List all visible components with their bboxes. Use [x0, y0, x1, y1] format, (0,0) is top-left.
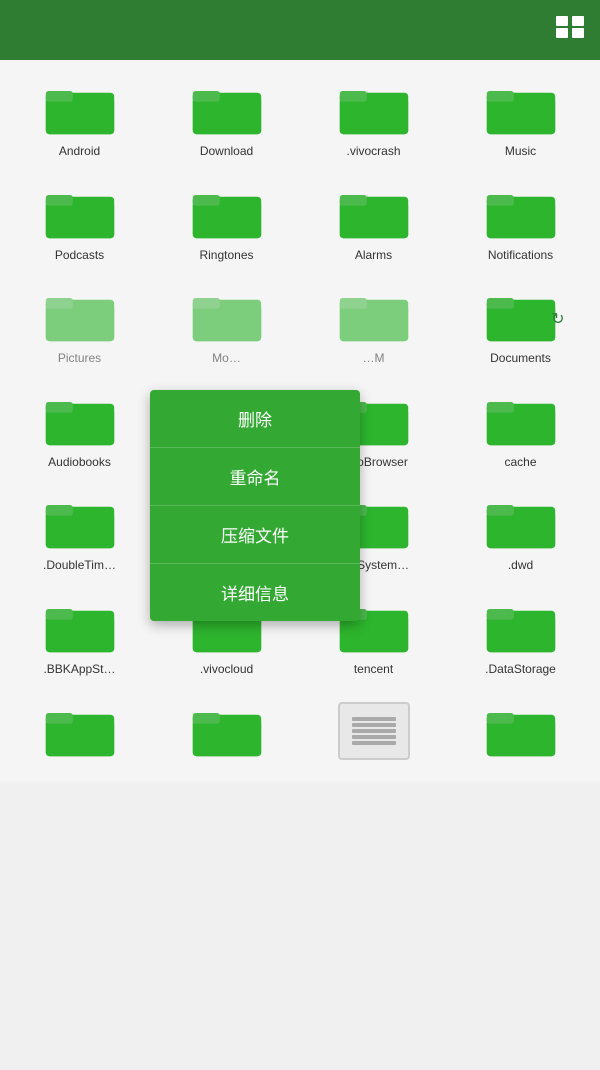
- folder-icon: [44, 80, 116, 138]
- header: [0, 0, 600, 60]
- folder-icon: [485, 702, 557, 760]
- folder-icon: [44, 598, 116, 656]
- list-item[interactable]: .DataStorage: [451, 588, 590, 684]
- file-label: Android: [59, 144, 100, 160]
- folder-icon: [485, 598, 557, 656]
- list-item[interactable]: Music: [451, 70, 590, 166]
- context-menu[interactable]: 删除重命名压缩文件详细信息: [150, 390, 360, 621]
- list-item[interactable]: Podcasts: [10, 174, 149, 270]
- list-item[interactable]: [10, 692, 149, 772]
- file-label: Podcasts: [55, 248, 104, 264]
- file-label: Download: [200, 144, 253, 160]
- list-item[interactable]: Ringtones: [157, 174, 296, 270]
- list-item[interactable]: .dwd: [451, 484, 590, 580]
- list-item[interactable]: Alarms: [304, 174, 443, 270]
- context-menu-details[interactable]: 详细信息: [150, 564, 360, 621]
- folder-icon: [485, 184, 557, 242]
- list-item[interactable]: [157, 692, 296, 772]
- list-item[interactable]: …M: [304, 277, 443, 373]
- list-item[interactable]: [451, 692, 590, 772]
- folder-icon: [44, 391, 116, 449]
- file-label: Alarms: [355, 248, 392, 264]
- list-item[interactable]: Download: [157, 70, 296, 166]
- folder-icon: [338, 80, 410, 138]
- file-label: .dwd: [508, 558, 533, 574]
- file-label: .DoubleTim…: [43, 558, 116, 574]
- list-item[interactable]: .BBKAppSt…: [10, 588, 149, 684]
- folder-icon: [191, 80, 263, 138]
- folder-icon: [44, 702, 116, 760]
- file-label: Documents: [490, 351, 551, 367]
- folder-icon: [485, 494, 557, 552]
- folder-icon: [191, 184, 263, 242]
- file-label: Mo…: [212, 351, 241, 367]
- folder-icon: [191, 287, 263, 345]
- list-item[interactable]: Mo…: [157, 277, 296, 373]
- list-item[interactable]: Android: [10, 70, 149, 166]
- file-label: Ringtones: [199, 248, 253, 264]
- list-item[interactable]: ↻ Documents: [451, 277, 590, 373]
- file-label: Audiobooks: [48, 455, 111, 471]
- file-label: …M: [363, 351, 385, 367]
- folder-icon: [191, 702, 263, 760]
- doc-icon: [338, 702, 410, 760]
- file-label: cache: [504, 455, 536, 471]
- folder-icon: [44, 494, 116, 552]
- grid-view-button[interactable]: [556, 16, 584, 44]
- refresh-icon: ↻: [551, 309, 564, 329]
- list-item[interactable]: cache: [451, 381, 590, 477]
- folder-icon: [485, 391, 557, 449]
- folder-icon: [485, 80, 557, 138]
- file-label: .vivocloud: [200, 662, 253, 678]
- file-label: Pictures: [58, 351, 101, 367]
- list-item[interactable]: .DoubleTim…: [10, 484, 149, 580]
- file-label: tencent: [354, 662, 393, 678]
- file-label: Notifications: [488, 248, 553, 264]
- folder-icon: [44, 287, 116, 345]
- list-item[interactable]: Pictures: [10, 277, 149, 373]
- folder-icon: [44, 184, 116, 242]
- folder-icon: [338, 184, 410, 242]
- file-label: .DataStorage: [485, 662, 556, 678]
- context-menu-rename[interactable]: 重命名: [150, 448, 360, 506]
- file-label: .BBKAppSt…: [43, 662, 115, 678]
- context-menu-compress[interactable]: 压缩文件: [150, 506, 360, 564]
- file-label: Music: [505, 144, 536, 160]
- list-item[interactable]: Audiobooks: [10, 381, 149, 477]
- list-item[interactable]: Notifications: [451, 174, 590, 270]
- folder-icon: [485, 287, 557, 345]
- file-label: .vivocrash: [346, 144, 400, 160]
- list-item[interactable]: .vivocrash: [304, 70, 443, 166]
- list-item[interactable]: [304, 692, 443, 772]
- context-menu-delete[interactable]: 删除: [150, 390, 360, 448]
- folder-icon: [338, 287, 410, 345]
